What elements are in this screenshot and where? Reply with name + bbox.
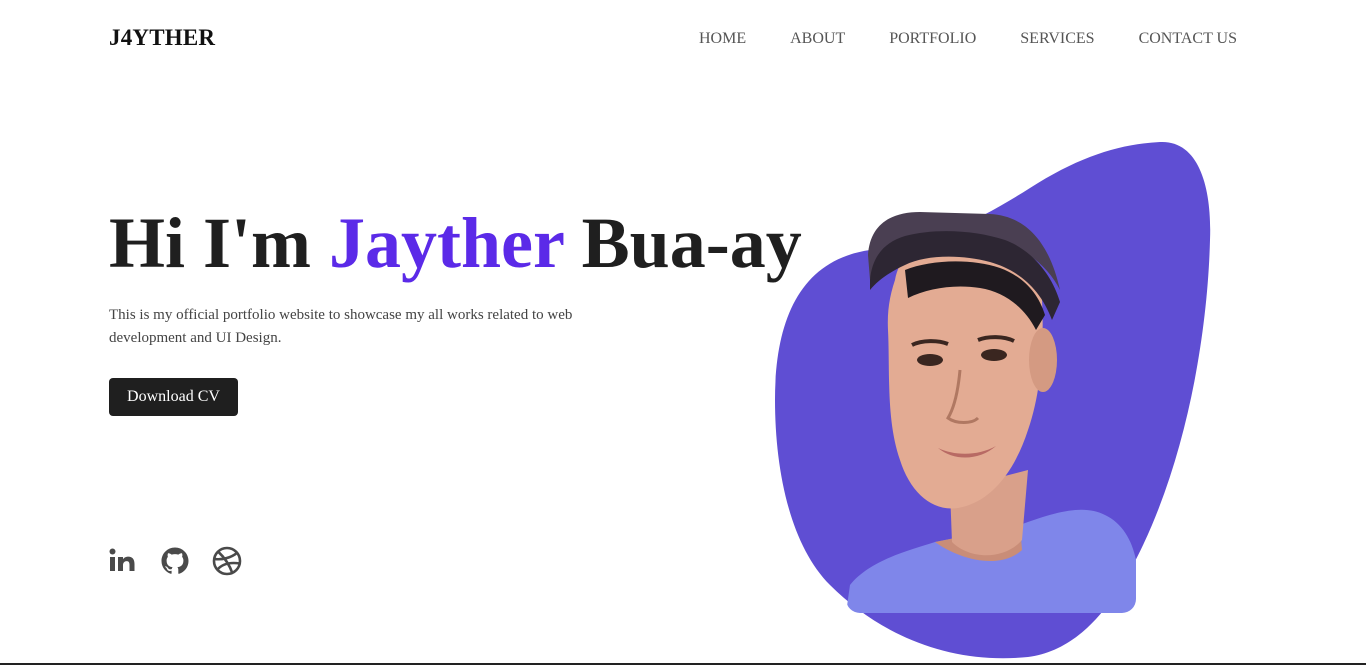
linkedin-icon[interactable] bbox=[107, 545, 139, 577]
hero-description: This is my official portfolio website to… bbox=[109, 307, 573, 346]
dribbble-icon[interactable] bbox=[211, 545, 243, 577]
nav-about[interactable]: ABOUT bbox=[790, 30, 845, 48]
hero-title-prefix: Hi I'm bbox=[109, 203, 330, 283]
hero-portrait-visual bbox=[760, 130, 1230, 665]
site-logo[interactable]: J4YTHER bbox=[109, 25, 215, 51]
hero-title-highlight: Jayther bbox=[329, 203, 564, 283]
nav-portfolio[interactable]: PORTFOLIO bbox=[889, 30, 976, 48]
main-nav: HOME ABOUT PORTFOLIO SERVICES CONTACT US bbox=[655, 30, 1237, 48]
nav-home[interactable]: HOME bbox=[699, 30, 746, 48]
download-cv-button[interactable]: Download CV bbox=[109, 378, 238, 416]
nav-contact-us[interactable]: CONTACT US bbox=[1139, 30, 1237, 48]
portfolio-page: J4YTHER HOME ABOUT PORTFOLIO SERVICES CO… bbox=[0, 0, 1366, 665]
nav-services[interactable]: SERVICES bbox=[1020, 30, 1094, 48]
github-icon[interactable] bbox=[159, 545, 191, 577]
hero-title: Hi I'm Jayther Bua-ay bbox=[109, 199, 802, 287]
social-links bbox=[107, 545, 263, 577]
